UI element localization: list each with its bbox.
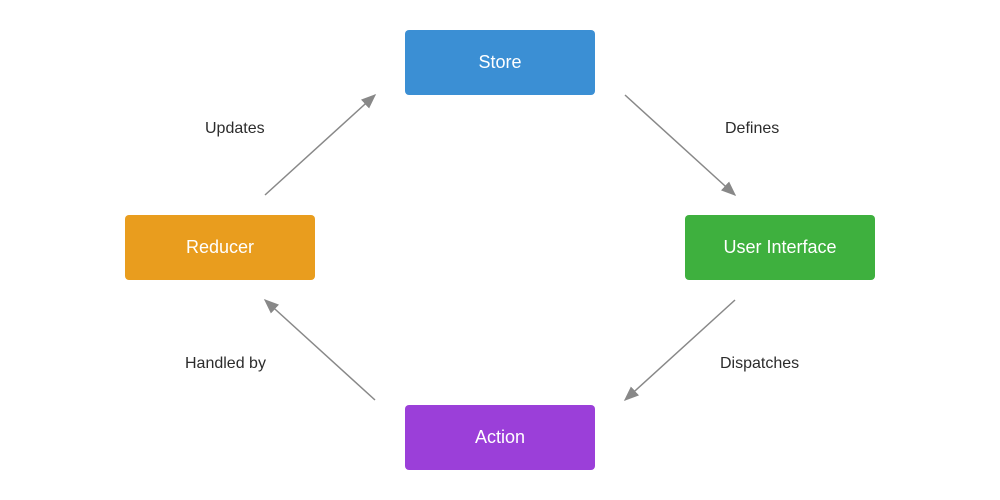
node-reducer: Reducer: [125, 215, 315, 280]
edge-label-handled-by: Handled by: [185, 355, 266, 373]
node-user-interface: User Interface: [685, 215, 875, 280]
edge-label-updates: Updates: [205, 120, 265, 138]
edge-label-defines: Defines: [725, 120, 779, 138]
edge-label-dispatches: Dispatches: [720, 355, 799, 373]
node-action: Action: [405, 405, 595, 470]
node-store: Store: [405, 30, 595, 95]
node-user-interface-label: User Interface: [723, 237, 836, 258]
node-reducer-label: Reducer: [186, 237, 254, 258]
node-action-label: Action: [475, 427, 525, 448]
node-store-label: Store: [478, 52, 521, 73]
